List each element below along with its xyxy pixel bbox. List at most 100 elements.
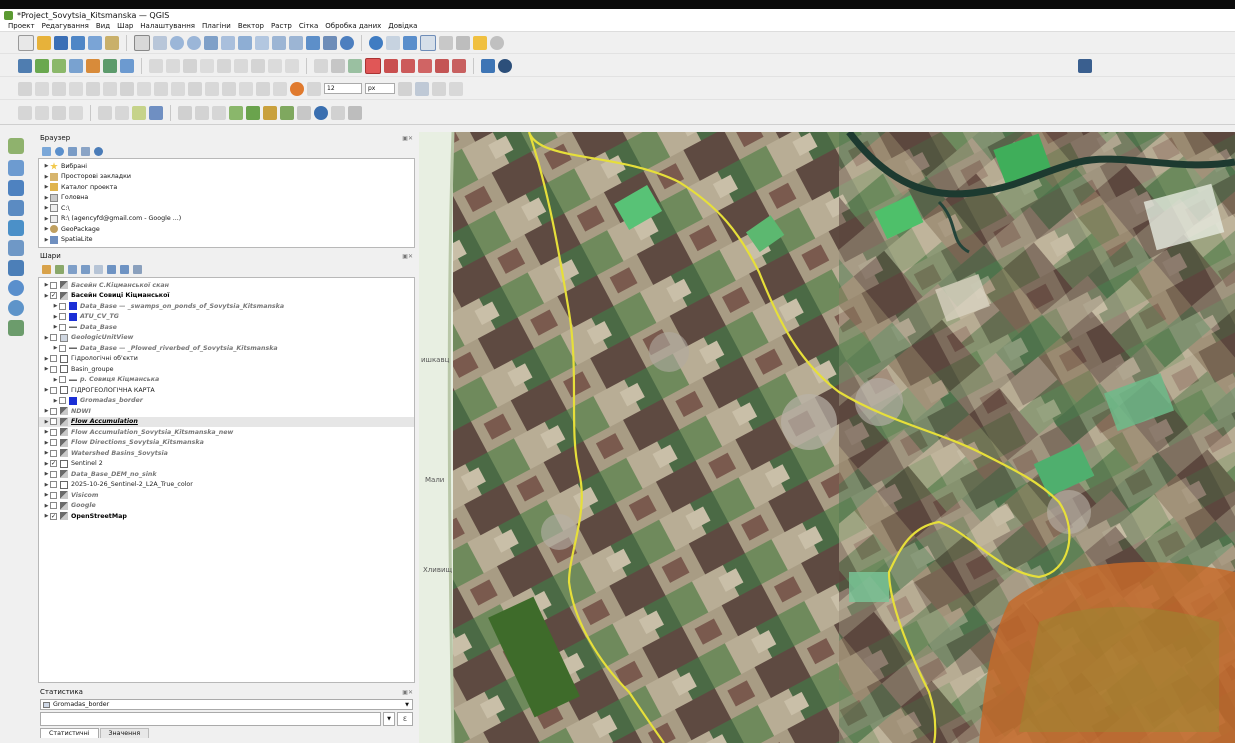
- layer-visibility-checkbox[interactable]: [59, 344, 66, 352]
- layers-row[interactable]: ▶ р. Совиця Кіцманська: [39, 375, 414, 386]
- delete-selected-icon[interactable]: [200, 58, 214, 73]
- add-delimited-text-icon[interactable]: [8, 200, 24, 216]
- select-by-area-icon[interactable]: [18, 105, 32, 120]
- delete-ring-icon[interactable]: [137, 81, 151, 96]
- browser-row[interactable]: ▶ SpatiaLite: [39, 235, 414, 246]
- layer-visibility-checkbox[interactable]: [50, 428, 57, 436]
- simplify-icon[interactable]: [69, 81, 83, 96]
- add-virtual-layer-icon[interactable]: [8, 320, 24, 336]
- raster-calc-icon[interactable]: [246, 105, 260, 120]
- add-vector-layer-icon[interactable]: [8, 138, 24, 154]
- map-canvas[interactable]: ишкавц Мали Хливищ: [419, 132, 1235, 743]
- chevron-right-icon[interactable]: ▶: [43, 226, 50, 232]
- zoom-out-icon[interactable]: [187, 35, 201, 50]
- add-selected-icon[interactable]: [42, 146, 51, 156]
- chevron-right-icon[interactable]: ▶: [43, 205, 50, 211]
- add-mesh-layer-icon[interactable]: [8, 180, 24, 196]
- layer-visibility-checkbox[interactable]: [50, 449, 57, 457]
- plugin-globe-icon[interactable]: [498, 58, 512, 73]
- filter-icon[interactable]: [69, 105, 83, 120]
- layer-visibility-checkbox[interactable]: [50, 334, 57, 342]
- menu-project[interactable]: Проект: [8, 22, 35, 30]
- layers-row[interactable]: ▶ Watershed Basins_Sovytsia: [39, 448, 414, 459]
- browser-row[interactable]: ▶ GeoPackage: [39, 224, 414, 235]
- layers-row[interactable]: ▶ 2025-10-26_Sentinel-2_L2A_True_color: [39, 480, 414, 491]
- browser-row[interactable]: ▶ R:\ (agencyfd@gmail.com - Google ...): [39, 214, 414, 225]
- graphic-modeler-icon[interactable]: [115, 105, 129, 120]
- layers-row[interactable]: ▶ Flow Accumulation: [39, 416, 414, 427]
- add-part-icon[interactable]: [103, 81, 117, 96]
- identify-icon[interactable]: [369, 35, 383, 50]
- remove-layer-icon[interactable]: [133, 264, 142, 274]
- chevron-right-icon[interactable]: ▶: [43, 335, 50, 341]
- layer-visibility-checkbox[interactable]: [50, 386, 57, 394]
- measure-line-icon[interactable]: [178, 105, 192, 120]
- layer-visibility-checkbox[interactable]: [59, 302, 66, 310]
- advanced-digitize-icon[interactable]: [18, 81, 32, 96]
- plugin-info-icon[interactable]: [314, 105, 328, 120]
- chevron-right-icon[interactable]: ▶: [43, 482, 50, 488]
- measure-area-icon[interactable]: [195, 105, 209, 120]
- vertex-tool-icon[interactable]: [183, 58, 197, 73]
- add-mesh-icon[interactable]: [120, 58, 134, 73]
- layers-row[interactable]: ▶ Data_Base — _Plowed_riverbed_of_Sovytsi…: [39, 343, 414, 354]
- manage-visibility-icon[interactable]: [68, 264, 77, 274]
- add-ring-icon[interactable]: [86, 81, 100, 96]
- label-show-icon[interactable]: [365, 57, 381, 74]
- browser-tree[interactable]: ▶ Вибрані ▶ Просторові закладки ▶ Каталог про…: [38, 158, 415, 248]
- save-project-icon[interactable]: [54, 35, 68, 50]
- cut-features-icon[interactable]: [217, 58, 231, 73]
- chevron-right-icon[interactable]: ▶: [43, 419, 50, 425]
- menu-edit[interactable]: Редагування: [42, 22, 89, 30]
- panel-close-icon[interactable]: ▣✕: [402, 689, 413, 696]
- chevron-right-icon[interactable]: ▶: [43, 503, 50, 509]
- delete-part-icon[interactable]: [154, 81, 168, 96]
- refresh-icon[interactable]: [340, 35, 354, 50]
- zoom-layer-icon[interactable]: [238, 35, 252, 50]
- layer-visibility-checkbox[interactable]: [50, 470, 57, 478]
- label-highlight-icon[interactable]: [348, 58, 362, 73]
- measure-angle-icon[interactable]: [212, 105, 226, 120]
- annotation-icon[interactable]: [456, 35, 470, 50]
- paste-features-icon[interactable]: [251, 58, 265, 73]
- chevron-right-icon[interactable]: ▶: [43, 471, 50, 477]
- tips-icon[interactable]: [473, 35, 487, 50]
- merge-features-icon[interactable]: [239, 81, 253, 96]
- chevron-right-icon[interactable]: ▶: [43, 184, 50, 190]
- tab-statistics[interactable]: Статистичні: [40, 728, 99, 738]
- browser-row[interactable]: ▶ Головна: [39, 193, 414, 204]
- collapse-all-icon[interactable]: [81, 146, 90, 156]
- chevron-right-icon[interactable]: ▶: [43, 216, 50, 222]
- layer-visibility-checkbox[interactable]: [50, 365, 57, 373]
- digitize-icon[interactable]: [69, 58, 83, 73]
- layer-visibility-checkbox[interactable]: [50, 281, 57, 289]
- rotate-feature-icon[interactable]: [52, 81, 66, 96]
- layers-row[interactable]: ▶ NDWI: [39, 406, 414, 417]
- layers-row[interactable]: ▶ Google: [39, 501, 414, 512]
- filter-legend-icon[interactable]: [81, 264, 90, 274]
- chevron-right-icon[interactable]: ▶: [43, 440, 50, 446]
- move-feature-icon[interactable]: [35, 81, 49, 96]
- label-props-icon[interactable]: [435, 58, 449, 73]
- select-by-value-icon[interactable]: [35, 105, 49, 120]
- chevron-right-icon[interactable]: ▶: [52, 314, 59, 320]
- refresh-icon[interactable]: [55, 146, 64, 156]
- layer-visibility-checkbox[interactable]: [50, 491, 57, 499]
- layer-visibility-checkbox[interactable]: ✓: [50, 460, 57, 468]
- label-rotate-icon[interactable]: [401, 58, 415, 73]
- browser-row[interactable]: ▶ C:\: [39, 203, 414, 214]
- menu-plugins[interactable]: Плагіни: [202, 22, 231, 30]
- browser-row[interactable]: ▶ Вибрані: [39, 161, 414, 172]
- layer-visibility-checkbox[interactable]: [59, 323, 66, 331]
- layer-visibility-checkbox[interactable]: [50, 502, 57, 510]
- open-project-icon[interactable]: [37, 35, 51, 50]
- search-icon[interactable]: [490, 35, 504, 50]
- enable-tracing-icon[interactable]: [290, 81, 304, 96]
- processing-toolbox-icon[interactable]: [98, 105, 112, 120]
- filter-icon[interactable]: [68, 146, 77, 156]
- layout-icon[interactable]: [88, 35, 102, 50]
- zoom-native-icon[interactable]: [255, 35, 269, 50]
- add-postgis-icon[interactable]: [8, 260, 24, 276]
- browser-row[interactable]: ▶ Просторові закладки: [39, 172, 414, 183]
- layer-visibility-checkbox[interactable]: [50, 355, 57, 363]
